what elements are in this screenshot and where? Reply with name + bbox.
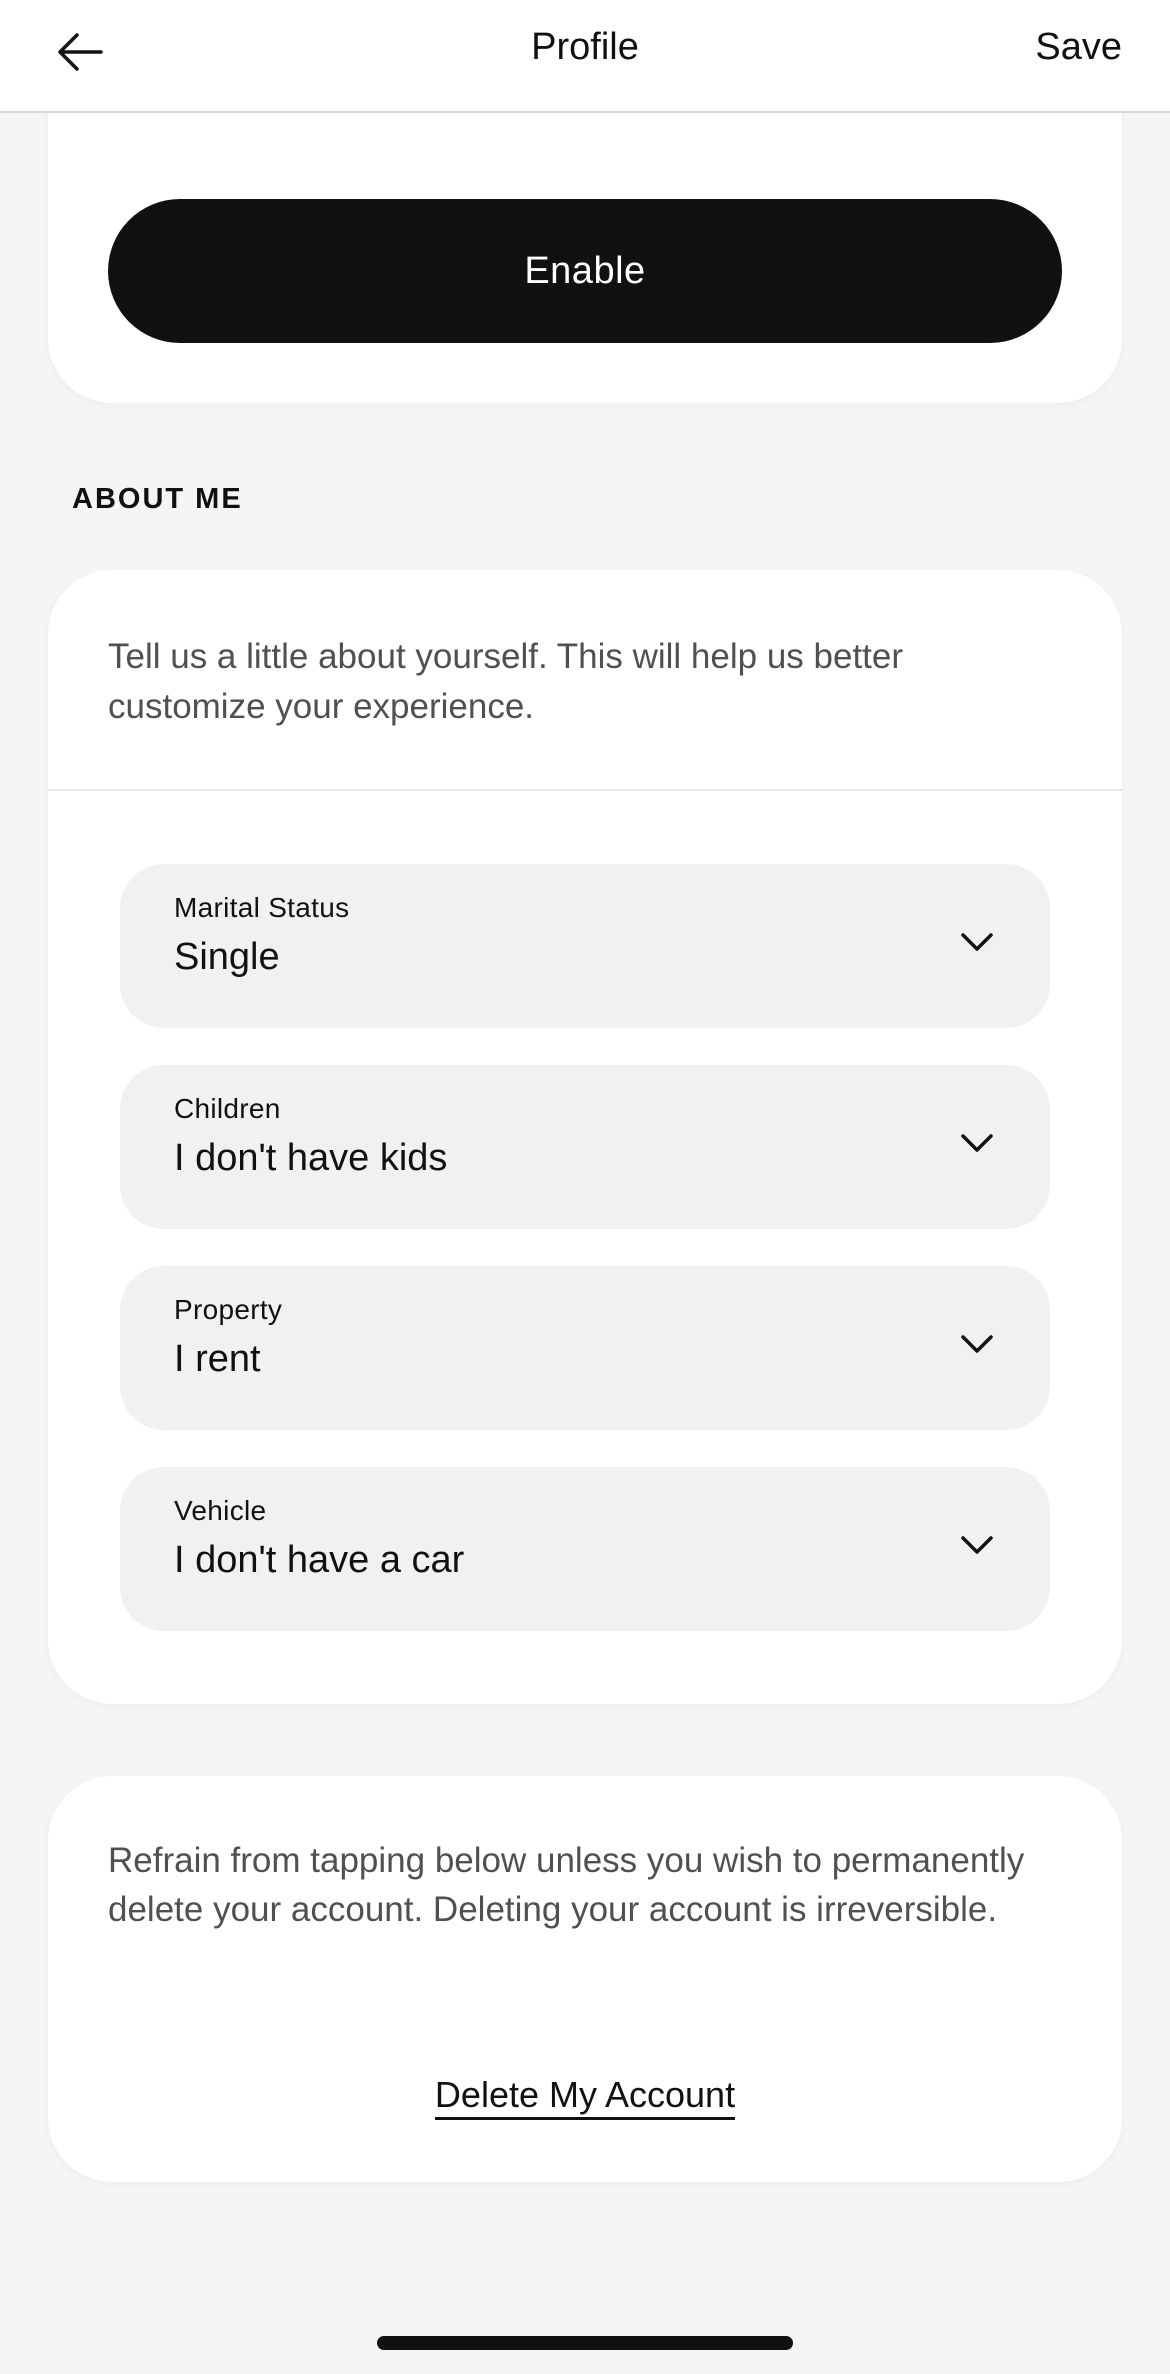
enable-button[interactable]: Enable [108, 199, 1062, 343]
delete-account-link[interactable]: Delete My Account [434, 2074, 736, 2120]
chevron-down-icon [961, 1335, 993, 1353]
page-title: Profile [531, 26, 639, 68]
field-value: I don't have a car [174, 1539, 465, 1581]
delete-account-card: Refrain from tapping below unless you wi… [48, 1776, 1122, 2182]
delete-account-container: Delete My Account [48, 2074, 1122, 2120]
field-value: I don't have kids [174, 1137, 448, 1179]
vehicle-dropdown[interactable]: Vehicle I don't have a car [120, 1467, 1050, 1631]
children-dropdown[interactable]: Children I don't have kids [120, 1065, 1050, 1229]
marital-status-dropdown[interactable]: Marital Status Single [120, 864, 1050, 1028]
field-label: Vehicle [174, 1495, 267, 1526]
save-button[interactable]: Save [1035, 26, 1122, 69]
chevron-down-icon [961, 1134, 993, 1152]
field-value: I rent [174, 1338, 261, 1380]
about-me-card: Tell us a little about yourself. This wi… [48, 570, 1122, 1704]
about-me-description: Tell us a little about yourself. This wi… [108, 637, 904, 726]
field-value: Single [174, 936, 280, 978]
property-dropdown[interactable]: Property I rent [120, 1266, 1050, 1430]
field-label: Children [174, 1093, 281, 1124]
field-label: Marital Status [174, 892, 350, 923]
chevron-down-icon [961, 1536, 993, 1554]
home-indicator[interactable] [377, 2336, 793, 2350]
top-navigation-bar: Profile Save [0, 0, 1170, 113]
divider [48, 789, 1122, 791]
profile-screen: Profile Save Enable ABOUT ME Tell us a l… [0, 0, 1170, 2374]
chevron-down-icon [961, 933, 993, 951]
about-me-section-label: ABOUT ME [72, 483, 243, 515]
field-label: Property [174, 1294, 283, 1325]
delete-warning-text: Refrain from tapping below unless you wi… [108, 1841, 1025, 1929]
